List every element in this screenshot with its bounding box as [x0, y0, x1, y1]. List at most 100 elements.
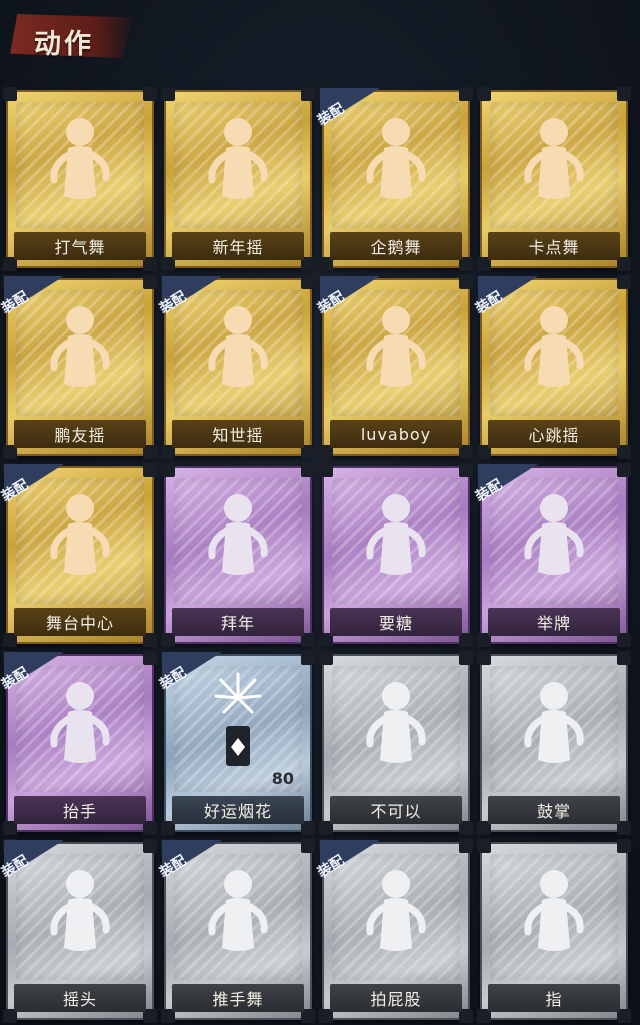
card-label-bar: 拍屁股: [330, 984, 462, 1012]
action-card[interactable]: 舞台中心 装配: [0, 463, 157, 647]
card-label-bar: 要糖: [330, 608, 462, 636]
card-corner: [143, 275, 157, 289]
card-corner: [459, 87, 473, 101]
card-corner: [319, 651, 333, 665]
action-card[interactable]: 拍屁股 装配: [315, 839, 473, 1023]
dance-figure-icon: [188, 104, 288, 214]
card-label: 推手舞: [212, 990, 264, 1009]
card-label: 知世摇: [212, 426, 264, 445]
card-label: 鹏友摇: [54, 426, 106, 445]
card-corner: [161, 463, 175, 477]
action-card[interactable]: 打气舞: [3, 87, 157, 271]
card-label-bar: 好运烟花: [172, 796, 304, 824]
card-corner: [301, 275, 315, 289]
action-card[interactable]: 企鹅舞 装配: [315, 87, 473, 271]
item-count: 80: [271, 769, 294, 788]
dance-figure-icon: [504, 104, 604, 214]
sign-figure-icon: [504, 480, 604, 590]
wave-figure-icon: [30, 668, 130, 778]
header: 动作: [0, 0, 640, 78]
action-card[interactable]: 鹏友摇 装配: [0, 275, 157, 459]
card-label: 好运烟花: [203, 802, 272, 821]
dance-figure-icon: [188, 292, 288, 402]
action-card[interactable]: 80 好运烟花 装配: [157, 651, 315, 835]
card-label: 卡点舞: [528, 238, 580, 257]
action-card[interactable]: 心跳摇 装配: [473, 275, 631, 459]
card-label-bar: 打气舞: [14, 232, 146, 260]
card-label: 新年摇: [212, 238, 264, 257]
card-label-bar: 摇头: [14, 984, 146, 1012]
card-corner: [459, 839, 473, 853]
card-label-bar: 心跳摇: [488, 420, 620, 448]
finger-wag-icon: [346, 668, 446, 778]
card-label-bar: 推手舞: [172, 984, 304, 1012]
action-card[interactable]: 举牌 装配: [473, 463, 631, 647]
card-corner: [617, 463, 631, 477]
card-corner: [143, 463, 157, 477]
card-corner: [301, 839, 315, 853]
card-corner: [617, 839, 631, 853]
card-label: 拍屁股: [370, 990, 422, 1009]
action-card[interactable]: 卡点舞: [477, 87, 631, 271]
bow-figure-icon: [188, 480, 288, 590]
card-corner: [617, 87, 631, 101]
action-card[interactable]: 知世摇 装配: [157, 275, 315, 459]
card-label-bar: 举牌: [488, 608, 620, 636]
card-label: 不可以: [370, 802, 422, 821]
head-shake-icon: [30, 856, 130, 966]
card-label: luvaboy: [360, 424, 432, 444]
dance-figure-icon: [346, 292, 446, 402]
card-label-bar: 知世摇: [172, 420, 304, 448]
action-card[interactable]: 新年摇: [161, 87, 315, 271]
card-corner: [301, 87, 315, 101]
card-label: 摇头: [62, 990, 97, 1009]
card-label: 指: [545, 990, 563, 1009]
card-corner: [477, 839, 491, 853]
clap-icon: [504, 668, 604, 778]
card-label: 拜年: [220, 614, 255, 633]
page-title: 动作: [34, 29, 94, 60]
firework-icon: [188, 668, 288, 778]
action-card[interactable]: 拜年: [161, 463, 315, 647]
card-label-bar: 拜年: [172, 608, 304, 636]
card-corner: [617, 651, 631, 665]
action-card[interactable]: 要糖: [319, 463, 473, 647]
card-corner: [301, 463, 315, 477]
card-label-bar: 舞台中心: [14, 608, 146, 636]
card-corner: [617, 275, 631, 289]
card-corner: [161, 87, 175, 101]
action-card[interactable]: 指: [477, 839, 631, 1023]
card-label: 企鹅舞: [370, 238, 422, 257]
action-card[interactable]: 鼓掌: [477, 651, 631, 835]
dance-figure-icon: [504, 292, 604, 402]
action-card[interactable]: 推手舞 装配: [157, 839, 315, 1023]
dance-figure-icon: [30, 480, 130, 590]
card-label: 抬手: [62, 802, 97, 821]
point-icon: [504, 856, 604, 966]
card-label-bar: 卡点舞: [488, 232, 620, 260]
action-grid: 打气舞 新年摇 企鹅舞 装配 卡点舞 鹏友摇 装配 知世摇 装配 luvaboy…: [0, 87, 638, 1023]
action-card[interactable]: 不可以: [319, 651, 473, 835]
push-dance-icon: [188, 856, 288, 966]
action-card[interactable]: 摇头 装配: [0, 839, 157, 1023]
slap-icon: [346, 856, 446, 966]
card-label-bar: luvaboy: [330, 420, 462, 448]
card-corner: [3, 87, 17, 101]
action-card[interactable]: 抬手 装配: [0, 651, 157, 835]
card-corner: [301, 651, 315, 665]
action-card[interactable]: luvaboy 装配: [315, 275, 473, 459]
card-corner: [459, 651, 473, 665]
card-corner: [143, 87, 157, 101]
card-label-bar: 鼓掌: [488, 796, 620, 824]
card-corner: [477, 87, 491, 101]
card-corner: [319, 463, 333, 477]
card-label: 鼓掌: [536, 802, 571, 821]
card-label-bar: 企鹅舞: [330, 232, 462, 260]
reach-figure-icon: [346, 480, 446, 590]
card-label: 心跳摇: [528, 426, 580, 445]
card-corner: [459, 463, 473, 477]
card-label-bar: 不可以: [330, 796, 462, 824]
dance-figure-icon: [30, 104, 130, 214]
dance-figure-icon: [346, 104, 446, 214]
card-label: 舞台中心: [45, 614, 114, 633]
